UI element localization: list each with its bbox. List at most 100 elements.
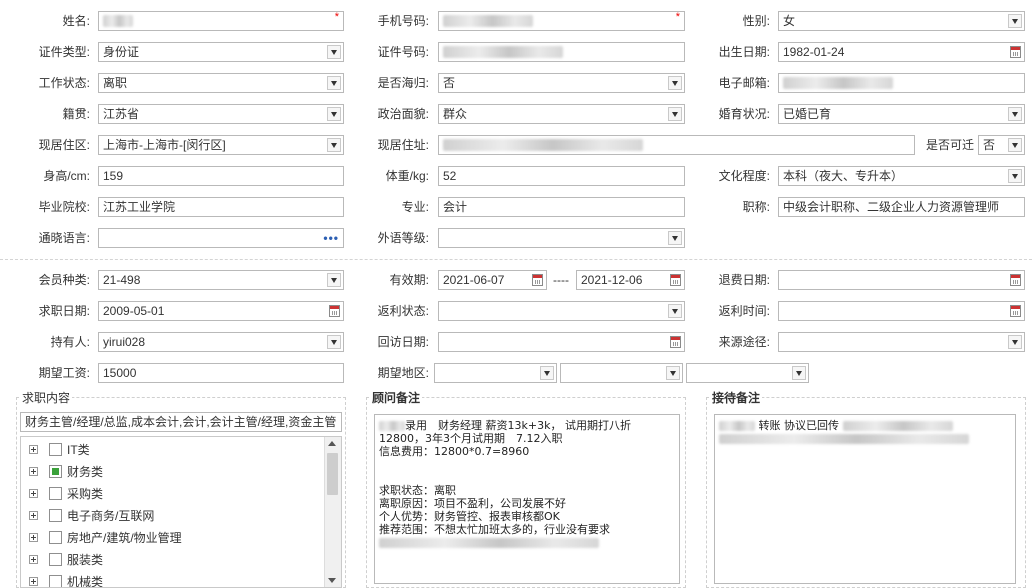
checkbox-icon[interactable] <box>49 465 62 478</box>
calendar-icon[interactable] <box>1010 305 1021 317</box>
region-district-select[interactable] <box>686 363 809 383</box>
job-content-summary[interactable]: 财务主管/经理/总监,成本会计,会计,会计主管/经理,资金主管 <box>20 412 342 432</box>
title-input[interactable]: 中级会计职称、二级企业人力资源管理师 <box>778 197 1025 217</box>
chevron-down-icon[interactable] <box>668 76 682 90</box>
weight-input[interactable]: 52 <box>438 166 685 186</box>
chevron-down-icon[interactable] <box>666 366 680 380</box>
chevron-down-icon[interactable] <box>1008 14 1022 28</box>
calendar-icon[interactable] <box>329 305 340 317</box>
region-province-select[interactable] <box>434 363 557 383</box>
expand-icon[interactable] <box>29 467 38 476</box>
expand-icon[interactable] <box>29 489 38 498</box>
native-place-select[interactable]: 江苏省 <box>98 104 344 124</box>
scroll-down-icon[interactable] <box>328 578 336 583</box>
name-input[interactable]: * <box>98 11 344 31</box>
valid-to-input[interactable]: 2021-12-06 <box>576 270 685 290</box>
calendar-icon[interactable] <box>670 274 681 286</box>
work-status-select[interactable]: 离职 <box>98 73 344 93</box>
language-input[interactable]: ••• <box>98 228 344 248</box>
chevron-down-icon[interactable] <box>327 76 341 90</box>
expand-icon[interactable] <box>29 511 38 520</box>
major-input[interactable]: 会计 <box>438 197 685 217</box>
overseas-label: 是否海归: <box>377 76 429 90</box>
marital-select[interactable]: 已婚已育 <box>778 104 1025 124</box>
required-mark: * <box>675 11 680 23</box>
job-category-tree[interactable]: IT类 财务类 采购类 电子商务/互联网 房地产/建筑/物业管理 服装类 机械类 <box>20 436 342 588</box>
tree-item-label: IT类 <box>67 443 90 457</box>
expand-icon[interactable] <box>29 555 38 564</box>
height-label: 身高/cm: <box>43 169 90 183</box>
rebate-status-label: 返利状态: <box>377 304 429 318</box>
source-select[interactable] <box>778 332 1025 352</box>
checkbox-icon[interactable] <box>49 575 62 587</box>
region-city-select[interactable] <box>560 363 683 383</box>
overseas-select[interactable]: 否 <box>438 73 685 93</box>
chevron-down-icon[interactable] <box>1008 107 1022 121</box>
education-select[interactable]: 本科（夜大、专升本） <box>778 166 1025 186</box>
calendar-icon[interactable] <box>1010 274 1021 286</box>
chevron-down-icon[interactable] <box>668 304 682 318</box>
height-input[interactable]: 159 <box>98 166 344 186</box>
holder-select[interactable]: yirui028 <box>98 332 344 352</box>
chevron-down-icon[interactable] <box>792 366 806 380</box>
scrollbar-thumb[interactable] <box>327 453 338 495</box>
visit-date-input[interactable] <box>438 332 685 352</box>
chevron-down-icon[interactable] <box>668 107 682 121</box>
calendar-icon[interactable] <box>1010 46 1021 58</box>
refund-date-input[interactable] <box>778 270 1025 290</box>
id-type-select[interactable]: 身份证 <box>98 42 344 62</box>
region-label: 期望地区: <box>377 366 429 380</box>
checkbox-icon[interactable] <box>49 531 62 544</box>
chevron-down-icon[interactable] <box>668 231 682 245</box>
school-input[interactable]: 江苏工业学院 <box>98 197 344 217</box>
chevron-down-icon[interactable] <box>1008 169 1022 183</box>
rebate-status-select[interactable] <box>438 301 685 321</box>
checkbox-icon[interactable] <box>49 553 62 566</box>
consultant-notes-textarea[interactable]: 录用 财务经理 薪资13k+3k， 试用期打八折 12800，3年3个月试用期 … <box>374 414 680 584</box>
expand-icon[interactable] <box>29 445 38 454</box>
expand-icon[interactable] <box>29 533 38 542</box>
checkbox-icon[interactable] <box>49 443 62 456</box>
mobile-input[interactable]: * <box>438 11 685 31</box>
job-content-summary-text: 财务主管/经理/总监,成本会计,会计,会计主管/经理,资金主管 <box>25 415 337 429</box>
chevron-down-icon[interactable] <box>1008 138 1022 152</box>
valid-from-input[interactable]: 2021-06-07 <box>438 270 547 290</box>
foreign-level-select[interactable] <box>438 228 685 248</box>
refund-date-label: 退费日期: <box>718 273 770 287</box>
email-input[interactable] <box>778 73 1025 93</box>
chevron-down-icon[interactable] <box>327 335 341 349</box>
residence-area-select[interactable]: 上海市-上海市-[闵行区] <box>98 135 344 155</box>
calendar-icon[interactable] <box>670 336 681 348</box>
member-type-select[interactable]: 21-498 <box>98 270 344 290</box>
school-label: 毕业院校: <box>38 200 90 214</box>
birth-date-input[interactable]: 1982-01-24 <box>778 42 1025 62</box>
id-number-input[interactable] <box>438 42 685 62</box>
native-place-label: 籍贯: <box>62 107 90 121</box>
more-options-icon[interactable]: ••• <box>323 232 339 244</box>
expand-icon[interactable] <box>29 577 38 586</box>
political-label: 政治面貌: <box>377 107 429 121</box>
checkbox-icon[interactable] <box>49 487 62 500</box>
overseas-value: 否 <box>443 76 456 90</box>
redacted-name <box>379 421 405 431</box>
chevron-down-icon[interactable] <box>1008 335 1022 349</box>
chevron-down-icon[interactable] <box>540 366 554 380</box>
chevron-down-icon[interactable] <box>327 273 341 287</box>
scroll-up-icon[interactable] <box>328 441 336 446</box>
chevron-down-icon[interactable] <box>327 138 341 152</box>
chevron-down-icon[interactable] <box>327 107 341 121</box>
gender-select[interactable]: 女 <box>778 11 1025 31</box>
job-date-input[interactable]: 2009-05-01 <box>98 301 344 321</box>
tree-scrollbar[interactable] <box>324 437 341 587</box>
reception-notes-textarea[interactable]: 转账 协议已回传 <box>714 414 1016 584</box>
rebate-time-input[interactable] <box>778 301 1025 321</box>
reception-note-text: 转账 协议已回传 <box>758 419 840 432</box>
chevron-down-icon[interactable] <box>327 45 341 59</box>
school-value: 江苏工业学院 <box>103 200 176 214</box>
salary-input[interactable]: 15000 <box>98 363 344 383</box>
calendar-icon[interactable] <box>532 274 543 286</box>
political-select[interactable]: 群众 <box>438 104 685 124</box>
relocate-select[interactable]: 否 <box>978 135 1025 155</box>
residence-address-input[interactable] <box>438 135 915 155</box>
checkbox-icon[interactable] <box>49 509 62 522</box>
